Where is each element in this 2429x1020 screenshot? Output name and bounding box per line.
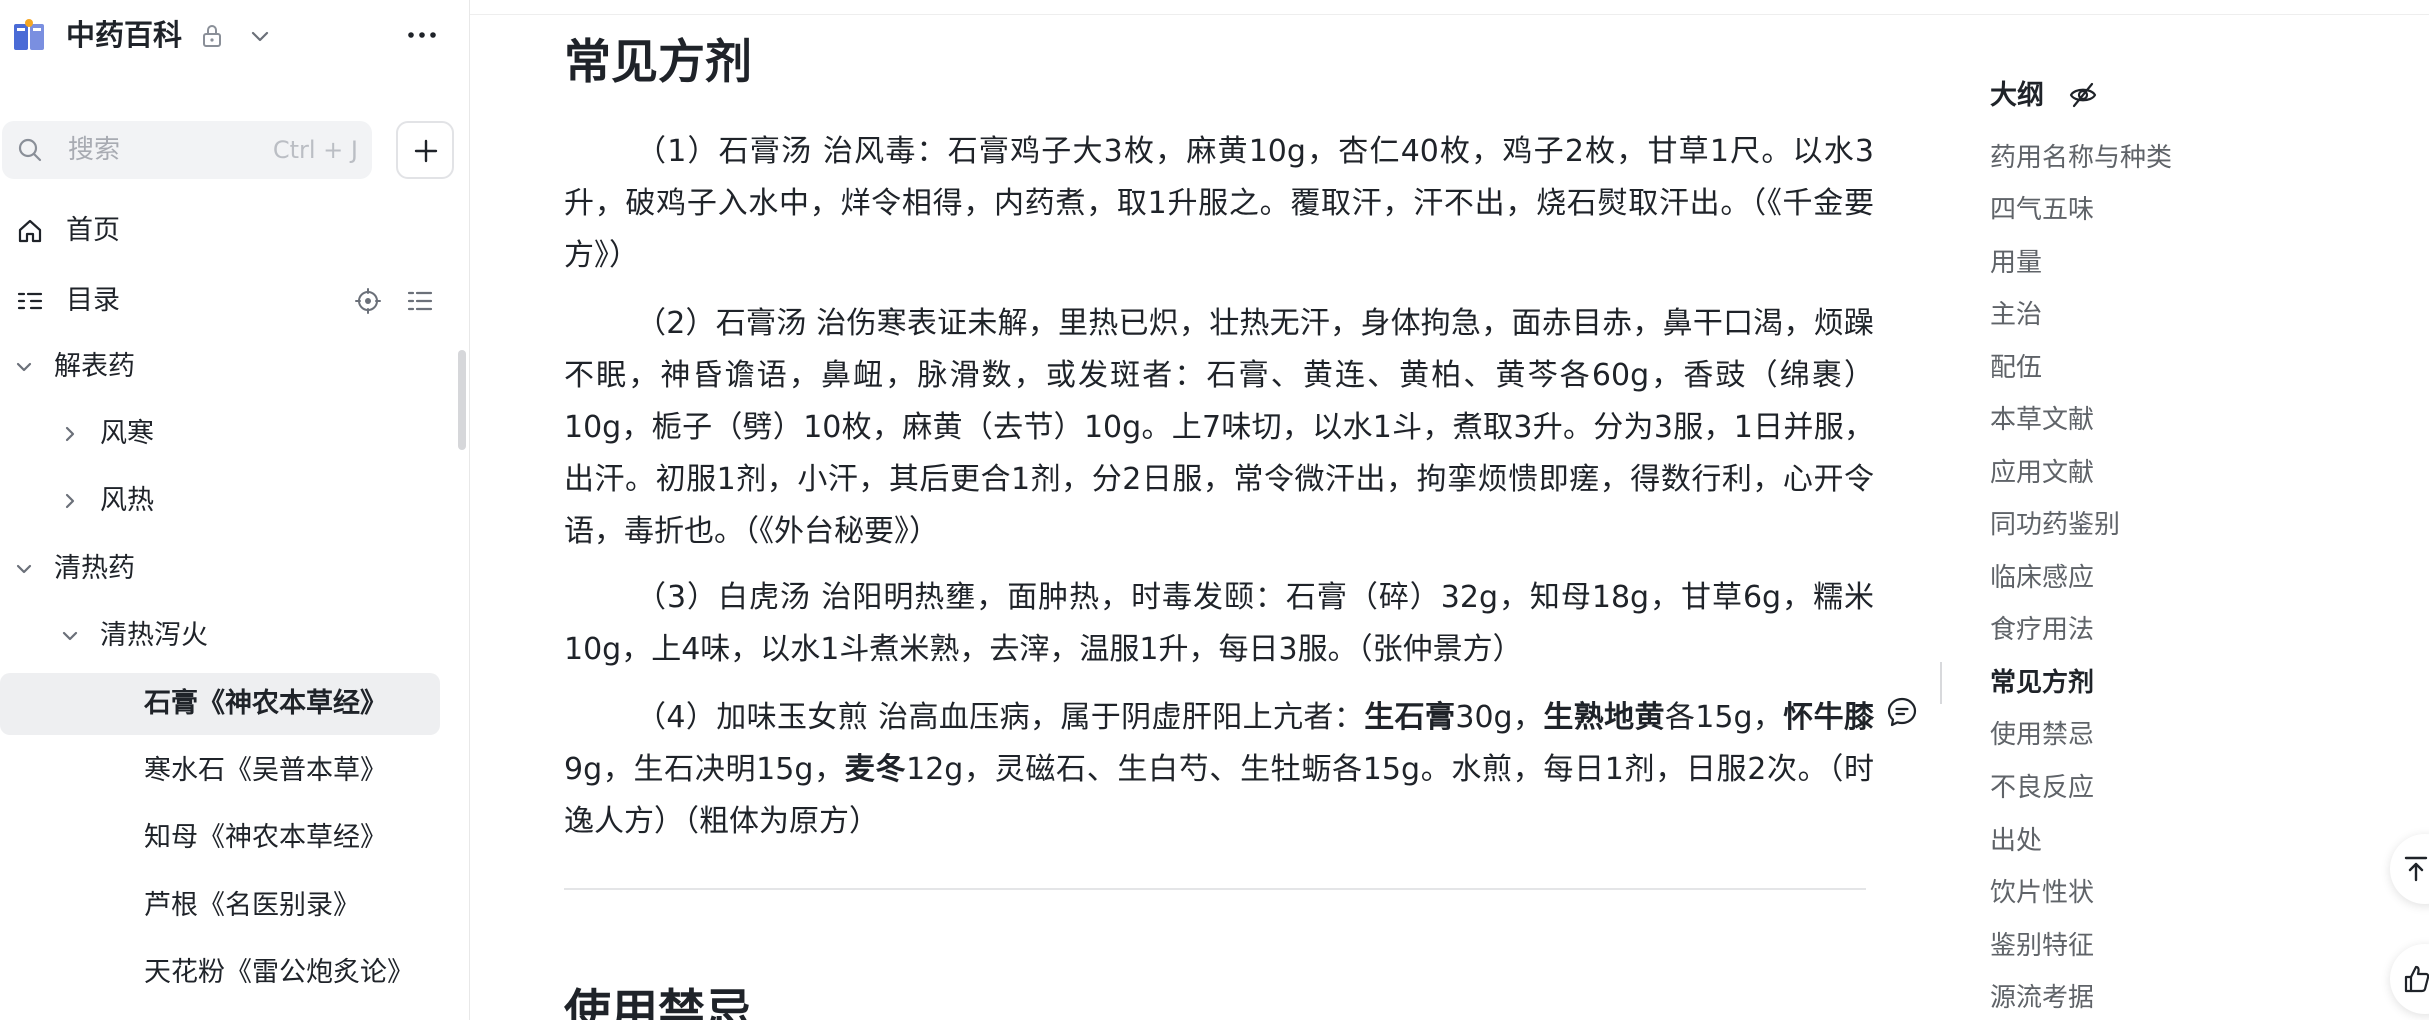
add-button[interactable] [396, 121, 454, 179]
search-shortcut-hint: Ctrl + J [272, 136, 358, 164]
outline-item[interactable]: 药用名称与种类 [1990, 141, 2172, 175]
outline-item[interactable]: 食疗用法 [1990, 613, 2094, 647]
next-section-heading: 使用禁忌 [564, 985, 752, 1020]
comment-icon[interactable] [1886, 696, 1918, 728]
tree-item-hanshuishi[interactable]: 寒水石《吴普本草》 [0, 740, 440, 802]
tree-item-label: 清热药 [54, 553, 135, 584]
sidebar-scrollbar[interactable] [458, 350, 466, 450]
tree-item-jiebiaoyao[interactable]: 解表药 [0, 336, 440, 398]
outline-item[interactable]: 同功药鉴别 [1990, 508, 2120, 542]
home-icon [18, 219, 42, 243]
bold-text: 生熟地黄 [1543, 700, 1665, 735]
paragraph-1: （1）石膏汤 治风毒：石膏鸡子大3枚，麻黄10g，杏仁40枚，鸡子2枚，甘草1尺… [564, 134, 1874, 273]
active-section-marker [1940, 662, 1942, 704]
sidebar: 中药百科 搜索 Ctrl + J 首页 目录 解表药 风寒 风热 清热药 清热泻… [0, 0, 470, 1020]
section-divider [564, 888, 1866, 890]
tree-item-zhimu[interactable]: 知母《神农本草经》 [0, 807, 440, 869]
outline-item[interactable]: 出处 [1990, 824, 2042, 858]
tree-item-shigao[interactable]: 石膏《神农本草经》 [0, 673, 440, 735]
knowledge-base-title[interactable]: 中药百科 [66, 17, 182, 53]
section-heading: 常见方剂 [564, 35, 752, 90]
outline-item[interactable]: 主治 [1990, 298, 2042, 332]
outline-item[interactable]: 不良反应 [1990, 771, 2094, 805]
outline-item[interactable]: 鉴别特征 [1990, 929, 2094, 963]
tree-item-label: 知母《神农本草经》 [144, 822, 387, 853]
tree-item-fengre[interactable]: 风热 [0, 470, 440, 532]
outline-item[interactable]: 使用禁忌 [1990, 718, 2094, 752]
text-run: （4）加味玉女煎 治高血压病，属于阴虚肝阳上亢者： [636, 700, 1365, 735]
document-content: 常见方剂 （1）石膏汤 治风毒：石膏鸡子大3枚，麻黄10g，杏仁40枚，鸡子2枚… [564, 0, 1874, 1020]
chevron-down-icon[interactable] [12, 557, 36, 581]
bold-text: 麦冬 [844, 752, 907, 787]
outline-item[interactable]: 临床感应 [1990, 561, 2094, 595]
paragraph-3: （3）白虎汤 治阳明热壅，面肿热，时毒发颐：石膏（碎）32g，知母18g，甘草6… [564, 580, 1874, 667]
chevron-right-icon[interactable] [58, 489, 82, 513]
text-run: 30g， [1455, 700, 1544, 735]
tree-item-label: 风寒 [100, 418, 154, 449]
outline-item[interactable]: 四气五味 [1990, 193, 2094, 227]
tree-item-label: 清热泻火 [100, 620, 208, 651]
outline-item-active[interactable]: 常见方剂 [1990, 666, 2094, 700]
outline-item[interactable]: 配伍 [1990, 351, 2042, 385]
tree-item-label: 芦根《名医别录》 [144, 890, 360, 921]
like-button[interactable] [2390, 944, 2429, 1014]
chevron-down-icon[interactable] [58, 624, 82, 648]
nav-home[interactable]: 首页 [0, 203, 460, 259]
thumbs-up-icon [2404, 965, 2429, 993]
tree-item-label: 石膏《神农本草经》 [144, 688, 387, 719]
tree-item-label: 解表药 [54, 351, 135, 382]
tree-item-label: 风热 [100, 485, 154, 516]
tree-item-tianhuafen[interactable]: 天花粉《雷公炮炙论》 [0, 942, 440, 1004]
tree-item-qingreyao[interactable]: 清热药 [0, 538, 440, 600]
outline-title: 大纲 [1990, 80, 2044, 111]
chevron-down-icon[interactable] [12, 355, 36, 379]
chevron-right-icon[interactable] [58, 422, 82, 446]
outline-item[interactable]: 用量 [1990, 246, 2042, 280]
outline-panel: 大纲 药用名称与种类 四气五味 用量 主治 配伍 本草文献 应用文献 同功药鉴别… [1990, 0, 2320, 1020]
book-logo-icon [14, 19, 44, 50]
nav-toc-label: 目录 [66, 285, 120, 316]
search-input[interactable]: 搜索 Ctrl + J [2, 121, 372, 179]
plus-icon [414, 139, 438, 163]
bold-text: 怀牛膝 [1783, 700, 1875, 735]
text-run: 各15g， [1664, 700, 1784, 735]
sidebar-header: 中药百科 [0, 0, 470, 70]
back-to-top-button[interactable] [2390, 834, 2429, 904]
outline-item[interactable]: 本草文献 [1990, 403, 2094, 437]
bold-text: 生石膏 [1364, 700, 1456, 735]
tree-item-lugen[interactable]: 芦根《名医别录》 [0, 875, 440, 937]
nav-home-label: 首页 [66, 215, 120, 246]
outline-item[interactable]: 应用文献 [1990, 456, 2094, 490]
outline-item[interactable]: 源流考据 [1990, 981, 2094, 1015]
locate-icon[interactable] [354, 287, 382, 315]
search-icon [18, 138, 42, 162]
tree-item-label: 天花粉《雷公炮炙论》 [144, 957, 414, 988]
lock-icon [203, 25, 221, 47]
toc-icon [17, 292, 43, 310]
eye-off-icon[interactable] [2068, 80, 2098, 110]
more-options-icon[interactable] [404, 20, 440, 50]
text-run: 9g，生石决明15g， [564, 752, 845, 787]
chevron-down-icon[interactable] [248, 24, 272, 48]
tree-item-fenghan[interactable]: 风寒 [0, 403, 440, 465]
search-placeholder: 搜索 [68, 135, 121, 165]
paragraph-2: （2）石膏汤 治伤寒表证未解，里热已炽，壮热无汗，身体拘急，面赤目赤，鼻干口渴，… [564, 306, 1874, 549]
nav-toc[interactable]: 目录 [0, 273, 460, 329]
paragraph-4: （4）加味玉女煎 治高血压病，属于阴虚肝阳上亢者：生石膏30g，生熟地黄各15g… [564, 692, 1874, 848]
outline-item[interactable]: 饮片性状 [1990, 876, 2094, 910]
list-view-icon[interactable] [406, 287, 434, 315]
back-to-top-icon [2404, 856, 2428, 882]
tree-item-qingrexiehuo[interactable]: 清热泻火 [0, 605, 440, 667]
tree-item-label: 寒水石《吴普本草》 [144, 755, 387, 786]
